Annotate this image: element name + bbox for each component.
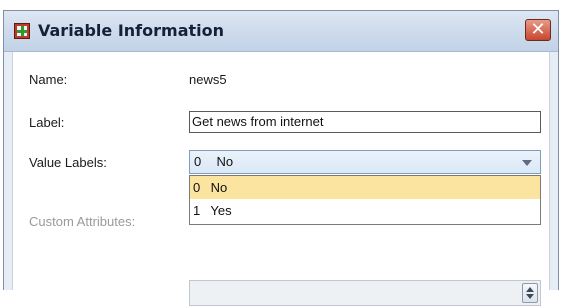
dropdown-option-no[interactable]: 0 No bbox=[190, 176, 540, 199]
background-strip bbox=[0, 0, 566, 10]
spinner-buttons[interactable] bbox=[522, 283, 538, 303]
variable-information-dialog: Variable Information ✕ Name: news5 Label… bbox=[3, 10, 559, 306]
combo-selected-text: No bbox=[216, 154, 234, 169]
option-code: 1 bbox=[193, 203, 201, 218]
label-label: Label: bbox=[29, 115, 65, 130]
value-labels-label: Value Labels: bbox=[29, 155, 107, 170]
combo-selected-code: 0 bbox=[194, 154, 202, 169]
dialog-title: Variable Information bbox=[38, 21, 225, 40]
custom-attributes-label: Custom Attributes: bbox=[29, 214, 136, 229]
value-labels-combobox[interactable]: 0 No bbox=[189, 150, 541, 174]
custom-attributes-spinner[interactable] bbox=[189, 280, 541, 306]
name-value: news5 bbox=[189, 72, 227, 87]
option-text: Yes bbox=[210, 203, 232, 218]
close-icon: ✕ bbox=[530, 19, 546, 39]
spss-data-icon bbox=[14, 23, 30, 39]
option-text: No bbox=[210, 180, 228, 195]
spinner-down-icon[interactable] bbox=[526, 294, 534, 299]
option-code: 0 bbox=[193, 180, 201, 195]
label-field[interactable]: Get news from internet bbox=[189, 111, 541, 133]
dropdown-option-yes[interactable]: 1 Yes bbox=[190, 199, 540, 222]
title-bar[interactable]: Variable Information ✕ bbox=[4, 11, 558, 52]
dialog-content: Name: news5 Label: Get news from interne… bbox=[12, 52, 550, 306]
chevron-down-icon[interactable] bbox=[522, 160, 532, 166]
name-label: Name: bbox=[29, 72, 68, 87]
close-button[interactable]: ✕ bbox=[525, 19, 551, 41]
value-labels-dropdown-list: 0 No 1 Yes bbox=[189, 175, 541, 225]
